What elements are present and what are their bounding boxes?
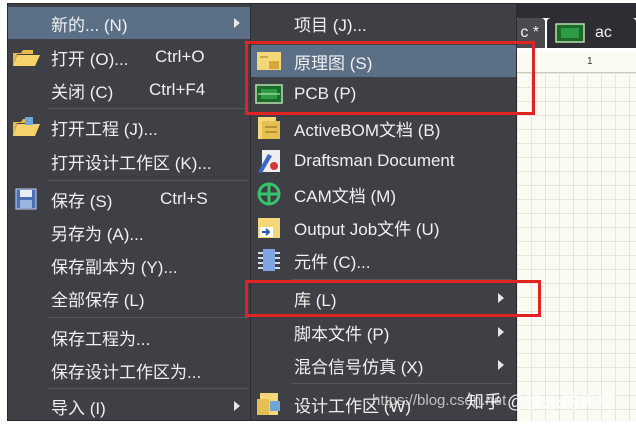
ruler-mark: 1 xyxy=(587,56,593,67)
submenu-arrow-icon xyxy=(234,18,240,28)
menu-item-label: 保存工程为... xyxy=(51,329,151,349)
menu-item-label: 新的... (N) xyxy=(51,15,128,35)
document-tab-label: c * xyxy=(520,24,539,41)
submenu-arrow-icon xyxy=(498,360,504,370)
menu-item-save-as[interactable]: 另存为 (A)... xyxy=(8,216,252,248)
save-icon xyxy=(11,186,41,212)
menu-item-import[interactable]: 导入 (I) xyxy=(8,390,252,422)
menu-item-label: 打开设计工作区 (K)... xyxy=(51,153,212,173)
cam-icon xyxy=(254,181,284,207)
menu-item-output-job[interactable]: Output Job文件 (U) xyxy=(251,211,516,243)
menu-item-label: 打开 (O)... xyxy=(51,49,129,69)
activebom-icon xyxy=(254,115,284,141)
output-job-icon xyxy=(254,214,284,240)
menu-item-open-project[interactable]: 打开工程 (J)... xyxy=(8,111,252,143)
document-tab-label: ac xyxy=(595,24,612,41)
menu-item-label: 保存副本为 (Y)... xyxy=(51,257,178,277)
menu-item-script-file[interactable]: 脚本文件 (P) xyxy=(251,316,516,348)
menu-item-label: 全部保存 (L) xyxy=(51,290,145,310)
shortcut-label: Ctrl+F4 xyxy=(149,80,206,99)
menu-item-cam[interactable]: CAM文档 (M) xyxy=(251,178,516,210)
folder-open-icon xyxy=(11,44,41,70)
menu-separator xyxy=(48,108,248,109)
menu-item-mixed-signal-sim[interactable]: 混合信号仿真 (X) xyxy=(251,349,516,381)
draftsman-icon xyxy=(254,148,284,174)
workspace-icon xyxy=(254,391,284,417)
pcb-icon xyxy=(555,23,585,43)
menu-item-label: 打开工程 (J)... xyxy=(51,119,158,139)
menu-item-save[interactable]: 保存 (S) Ctrl+S xyxy=(8,183,252,215)
shortcut-label: Ctrl+O xyxy=(155,47,205,66)
submenu-arrow-icon xyxy=(234,401,240,411)
menu-separator xyxy=(48,180,248,181)
menu-item-label: 保存设计工作区为... xyxy=(51,362,202,382)
menu-item-open[interactable]: 打开 (O)... Ctrl+O xyxy=(8,41,252,73)
shortcut-label: Ctrl+S xyxy=(160,189,208,208)
schematic-canvas[interactable] xyxy=(517,73,636,421)
menu-separator xyxy=(48,388,248,389)
menu-separator xyxy=(48,317,248,318)
menu-item-label: 另存为 (A)... xyxy=(51,224,144,244)
menu-item-close[interactable]: 关闭 (C) Ctrl+F4 xyxy=(8,74,252,106)
menu-item-label: CAM文档 (M) xyxy=(294,186,396,206)
menu-separator xyxy=(291,383,512,384)
menu-item-label: Output Job文件 (U) xyxy=(294,219,440,239)
submenu-arrow-icon xyxy=(498,327,504,337)
menu-item-label: 元件 (C)... xyxy=(294,252,371,272)
menu-item-activebom[interactable]: ActiveBOM文档 (B) xyxy=(251,112,516,144)
document-tab-pcb[interactable]: ac xyxy=(547,18,636,48)
component-icon xyxy=(254,247,284,273)
menu-item-label: 导入 (I) xyxy=(51,398,106,418)
menu-item-label: 保存 (S) xyxy=(51,191,113,211)
menu-item-open-workspace[interactable]: 打开设计工作区 (K)... xyxy=(8,145,252,177)
menu-item-label: 混合信号仿真 (X) xyxy=(294,357,424,377)
menu-item-label: ActiveBOM文档 (B) xyxy=(294,120,441,140)
watermark-text: 知乎 @快乐的天空 xyxy=(466,392,616,412)
menu-item-save-copy-as[interactable]: 保存副本为 (Y)... xyxy=(8,249,252,281)
tab-strip xyxy=(515,3,636,18)
menu-item-new[interactable]: 新的... (N) xyxy=(8,7,252,39)
annotation-box-schematic-pcb xyxy=(245,41,535,115)
menu-item-save-project-as[interactable]: 保存工程为... xyxy=(8,321,252,353)
menu-item-label: 项目 (J)... xyxy=(294,15,367,35)
open-project-icon xyxy=(11,114,41,140)
menu-item-label: 关闭 (C) xyxy=(51,82,114,102)
menu-item-component[interactable]: 元件 (C)... xyxy=(251,244,516,276)
file-menu: 新的... (N) 打开 (O)... Ctrl+O 关闭 (C) Ctrl+F… xyxy=(7,3,253,421)
menu-item-label: Draftsman Document xyxy=(294,151,455,170)
menu-item-draftsman[interactable]: Draftsman Document xyxy=(251,145,516,177)
menu-item-save-all[interactable]: 全部保存 (L) xyxy=(8,282,252,314)
menu-item-save-workspace-as[interactable]: 保存设计工作区为... xyxy=(8,354,252,386)
annotation-box-library xyxy=(245,280,541,317)
menu-item-label: 脚本文件 (P) xyxy=(294,324,390,344)
menu-item-project[interactable]: 项目 (J)... xyxy=(251,7,516,39)
